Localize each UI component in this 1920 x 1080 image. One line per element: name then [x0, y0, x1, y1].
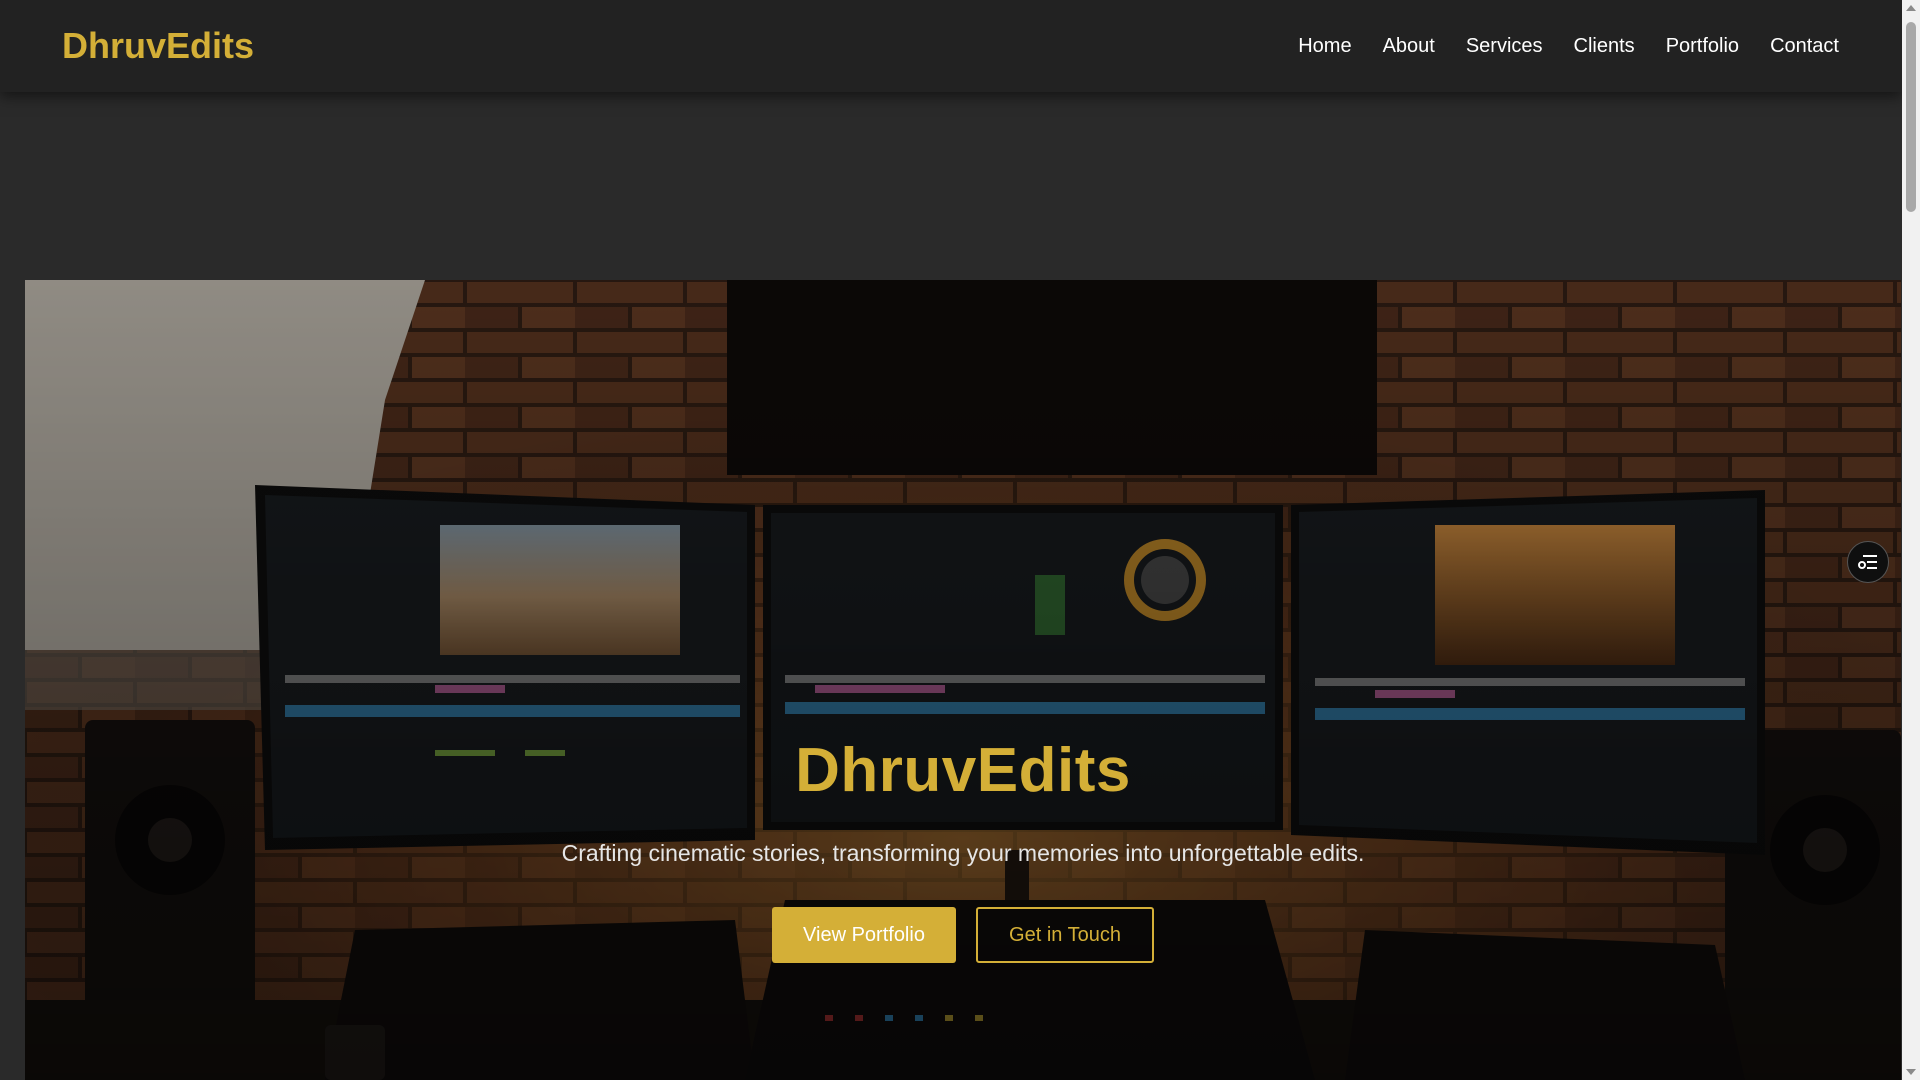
nav-clients[interactable]: Clients	[1574, 35, 1635, 58]
floating-menu-button[interactable]	[1847, 541, 1889, 583]
hero-content: DhruvEdits Crafting cinematic stories, t…	[25, 735, 1901, 963]
menu-lines-icon	[1858, 555, 1877, 569]
nav-contact[interactable]: Contact	[1770, 35, 1839, 58]
nav-portfolio[interactable]: Portfolio	[1666, 35, 1739, 58]
scroll-up-arrow-icon[interactable]	[1906, 5, 1916, 11]
hero-title: DhruvEdits	[795, 736, 1131, 805]
page-scrollbar[interactable]	[1902, 0, 1920, 1080]
nav-services[interactable]: Services	[1466, 35, 1543, 58]
scroll-thumb[interactable]	[1906, 22, 1916, 212]
main-nav: Home About Services Clients Portfolio Co…	[1298, 35, 1839, 58]
view-portfolio-button[interactable]: View Portfolio	[772, 907, 956, 963]
scroll-down-arrow-icon[interactable]	[1906, 1069, 1916, 1075]
hero-buttons: View Portfolio Get in Touch	[25, 907, 1901, 963]
site-header: DhruvEdits Home About Services Clients P…	[0, 0, 1902, 92]
hero-section: DhruvEdits Crafting cinematic stories, t…	[25, 280, 1901, 1080]
logo[interactable]: DhruvEdits	[62, 25, 254, 67]
get-in-touch-button[interactable]: Get in Touch	[976, 907, 1154, 963]
nav-home[interactable]: Home	[1298, 35, 1351, 58]
page: DhruvEdits Home About Services Clients P…	[0, 0, 1920, 1080]
nav-about[interactable]: About	[1383, 35, 1435, 58]
hero-tagline: Crafting cinematic stories, transforming…	[561, 840, 1365, 866]
